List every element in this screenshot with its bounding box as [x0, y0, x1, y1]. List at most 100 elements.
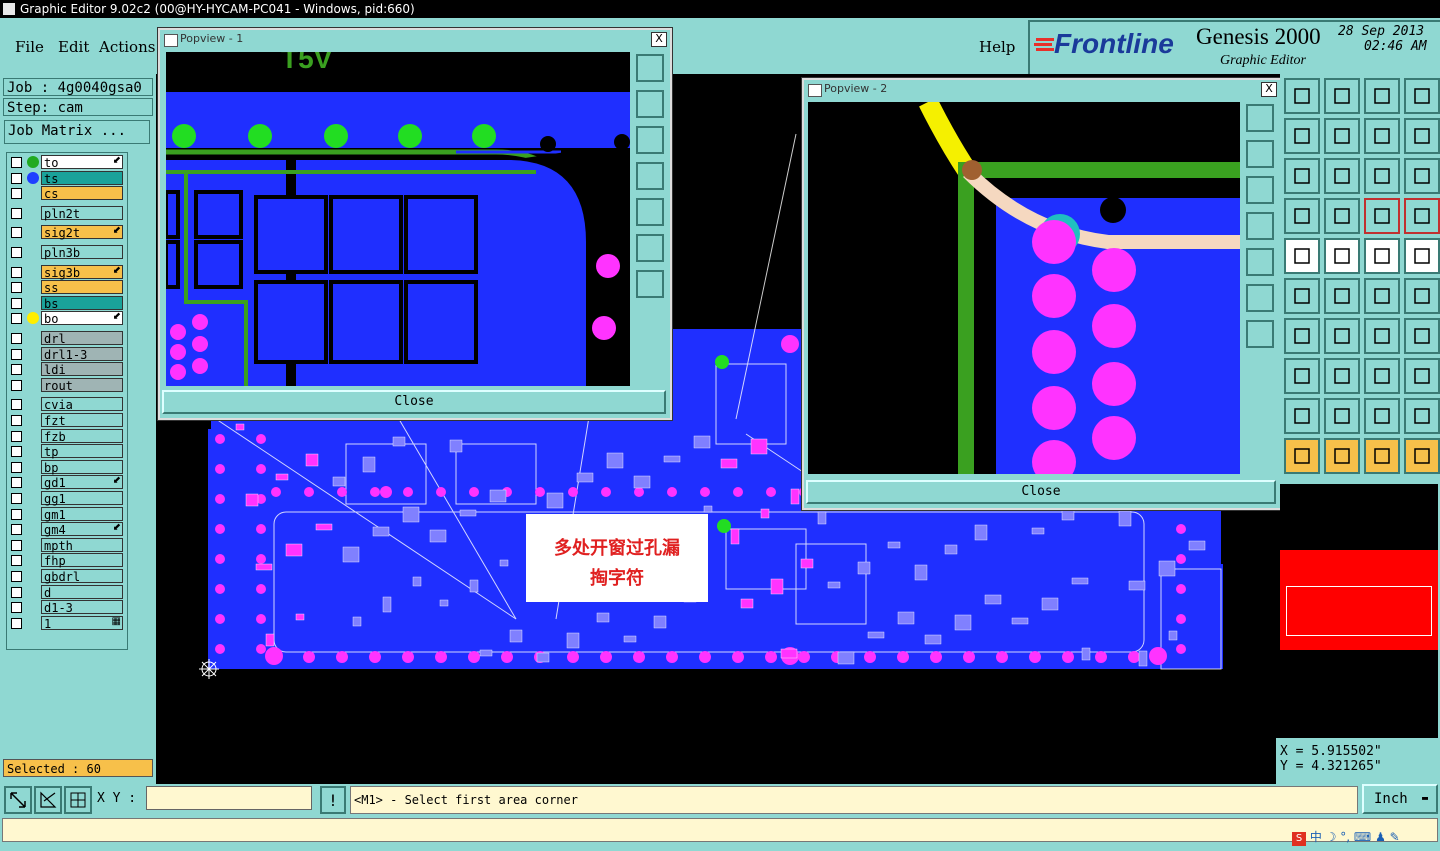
layer-row[interactable]: gd1 ⬋ — [7, 475, 127, 490]
pad-icon[interactable] — [1284, 358, 1320, 394]
center-icon[interactable] — [1324, 158, 1360, 194]
layer-row[interactable]: ts — [7, 170, 127, 186]
layer-checkbox[interactable] — [11, 508, 22, 520]
layer-row[interactable]: fzt — [7, 413, 127, 428]
layer-row[interactable]: drl — [7, 331, 127, 346]
layer-checkbox[interactable] — [11, 297, 22, 309]
layer-checkbox[interactable] — [11, 266, 22, 278]
mirror-icon[interactable] — [1404, 318, 1440, 354]
fill-icon[interactable] — [1404, 398, 1440, 434]
layer-row[interactable]: ldi — [7, 362, 127, 377]
ruler-icon[interactable] — [1364, 238, 1400, 274]
layer-checkbox[interactable] — [11, 586, 22, 598]
layer-checkbox[interactable] — [11, 617, 22, 629]
stretch-icon[interactable] — [1364, 358, 1400, 394]
snap-icon[interactable] — [1364, 198, 1400, 234]
layer-row[interactable]: ss — [7, 280, 127, 295]
popview-1-close-icon[interactable]: X — [651, 32, 667, 47]
layer-checkbox[interactable] — [11, 555, 22, 567]
layer-checkbox[interactable] — [11, 399, 22, 411]
warning-icon[interactable]: ! — [320, 786, 346, 814]
surface-icon[interactable] — [1364, 398, 1400, 434]
angle-icon[interactable] — [1284, 318, 1320, 354]
copy-icon[interactable] — [1404, 278, 1440, 314]
layer-checkbox[interactable] — [11, 172, 22, 184]
triangle-icon[interactable] — [1284, 398, 1320, 434]
layer-row[interactable]: pln3b — [7, 245, 127, 260]
popview-1-window[interactable]: Popview - 1 X T5V Close — [158, 28, 672, 420]
popview-2-zoom-fit-icon[interactable] — [1246, 284, 1274, 312]
layer-row[interactable]: mpth — [7, 537, 127, 553]
layer-row[interactable]: pln2t — [7, 205, 127, 221]
layer-row[interactable]: 1 ▦ — [7, 615, 127, 631]
fit-all-icon[interactable] — [1284, 158, 1320, 194]
layer-row[interactable]: d1-3 — [7, 600, 127, 615]
layer-row[interactable]: bs — [7, 295, 127, 311]
layer-row[interactable]: rout — [7, 377, 127, 393]
layer-row[interactable]: cs — [7, 186, 127, 201]
popview-1-zoom-fit-icon[interactable] — [636, 234, 664, 262]
zoom-area-icon[interactable] — [4, 786, 32, 814]
popview-1-left-icon[interactable] — [636, 162, 664, 190]
group-icon[interactable] — [1404, 358, 1440, 394]
layer-checkbox[interactable] — [11, 282, 22, 294]
popview-1-right-icon[interactable] — [636, 198, 664, 226]
ime-toolbar[interactable]: S 中 ☽ °, ⌨ ♟ ✎ — [1292, 828, 1436, 846]
ime-sogou-icon[interactable]: S — [1292, 832, 1306, 846]
menu-edit[interactable]: Edit — [58, 38, 89, 56]
popview-2-canvas[interactable] — [808, 102, 1240, 474]
popview-2-left-icon[interactable] — [1246, 212, 1274, 240]
menu-help[interactable]: Help — [979, 38, 1015, 56]
layer-checkbox[interactable] — [11, 364, 22, 376]
layer-row[interactable]: d — [7, 584, 127, 600]
page-down-icon[interactable] — [1324, 78, 1360, 114]
layer-checkbox[interactable] — [11, 227, 22, 239]
layer-row[interactable]: fhp — [7, 553, 127, 568]
layer-checkbox[interactable] — [11, 461, 22, 473]
layer-row[interactable]: bo ⬋ — [7, 311, 127, 326]
layer-row[interactable]: to ⬋ — [7, 155, 127, 170]
popview-1-down-icon[interactable] — [636, 126, 664, 154]
command-line[interactable] — [2, 818, 1438, 842]
layer-row[interactable]: drl1-3 — [7, 346, 127, 362]
layer-checkbox[interactable] — [11, 493, 22, 504]
popview-2-right-icon[interactable] — [1246, 248, 1274, 276]
ime-user-icon[interactable]: ♟ — [1375, 830, 1386, 844]
popview-1-canvas[interactable]: T5V — [166, 52, 630, 386]
layer-checkbox[interactable] — [11, 571, 22, 582]
popview-1-up-icon[interactable] — [636, 90, 664, 118]
layer-checkbox[interactable] — [11, 415, 22, 426]
menu-actions[interactable]: Actions — [99, 38, 155, 56]
layer-row[interactable]: gbdrl — [7, 569, 127, 584]
popview-2-down-icon[interactable] — [1246, 176, 1274, 204]
ime-keyboard-icon[interactable]: ⌨ — [1354, 830, 1371, 844]
pointer-box-icon[interactable] — [1324, 438, 1360, 474]
layer-row[interactable]: cvia — [7, 397, 127, 412]
zoom-in-icon[interactable] — [1364, 118, 1400, 154]
popview-2-pan-icon[interactable] — [1246, 104, 1274, 132]
menu-file[interactable]: File — [15, 38, 44, 56]
page-right-icon[interactable] — [1324, 118, 1360, 154]
layer-row[interactable]: sig2t ⬋ — [7, 225, 127, 240]
layer-checkbox[interactable] — [11, 446, 22, 458]
layer-row[interactable]: bp — [7, 459, 127, 475]
connect-icon[interactable] — [1284, 278, 1320, 314]
page-left-icon[interactable] — [1284, 118, 1320, 154]
popview-2-up-icon[interactable] — [1246, 140, 1274, 168]
popview-1-pan-icon[interactable] — [636, 54, 664, 82]
popview-2-zoom-icon[interactable] — [1246, 320, 1274, 348]
layer-checkbox[interactable] — [11, 539, 22, 551]
xy-input[interactable] — [146, 786, 312, 810]
line-icon[interactable] — [1324, 318, 1360, 354]
layer-checkbox[interactable] — [11, 188, 22, 200]
measure-icon[interactable] — [34, 786, 62, 814]
pointer-icon[interactable] — [1284, 438, 1320, 474]
layer-row[interactable]: fzb — [7, 428, 127, 444]
layer-checkbox[interactable] — [11, 602, 22, 614]
measure-icon[interactable] — [1324, 238, 1360, 274]
units-dropdown[interactable]: Inch ▬ — [1362, 784, 1438, 814]
layer-checkbox[interactable] — [11, 379, 22, 391]
grid-icon[interactable] — [1324, 198, 1360, 234]
layer-checkbox[interactable] — [11, 207, 22, 219]
layer-checkbox[interactable] — [11, 430, 22, 442]
